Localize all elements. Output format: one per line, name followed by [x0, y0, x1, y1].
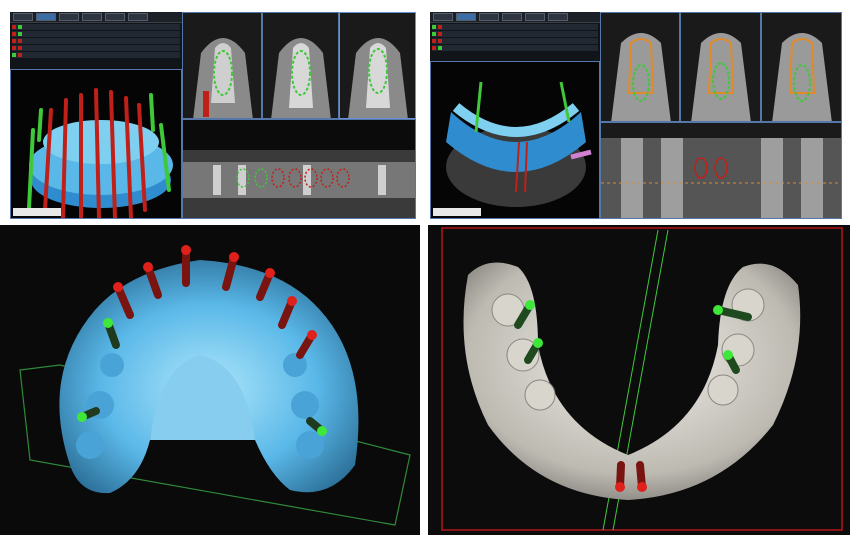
upper-jaw-render-panel — [0, 225, 420, 535]
ct-slice-2[interactable] — [680, 12, 761, 122]
tab-5[interactable] — [525, 13, 545, 21]
3d-viewport[interactable] — [430, 61, 600, 219]
3d-jaw-render — [27, 88, 173, 218]
3d-jaw-render — [446, 81, 592, 207]
tab-3[interactable] — [59, 13, 79, 21]
lower-jaw-render-panel — [428, 225, 850, 535]
tab-6[interactable] — [128, 13, 148, 21]
top-left-software-panel — [10, 12, 416, 219]
tab-1[interactable] — [433, 13, 453, 21]
ct-slice-image — [263, 13, 338, 118]
ct-slice-image — [691, 33, 751, 121]
scale-bar — [13, 208, 61, 216]
tab-5[interactable] — [105, 13, 125, 21]
panoramic-image — [183, 150, 415, 218]
list-item[interactable] — [432, 31, 598, 37]
top-right-software-panel — [430, 12, 842, 219]
list-item[interactable] — [432, 24, 598, 30]
tab-4[interactable] — [502, 13, 522, 21]
ct-slice-image — [183, 13, 261, 118]
panoramic-image — [601, 138, 841, 218]
ct-slice-image — [611, 33, 671, 121]
list-item[interactable] — [12, 52, 180, 58]
tab-2[interactable] — [456, 13, 476, 21]
3d-viewport[interactable] — [10, 69, 182, 219]
ct-slice-image — [772, 33, 832, 121]
ct-slice-2[interactable] — [262, 12, 339, 119]
ct-slice-image — [340, 13, 415, 118]
tab-3[interactable] — [479, 13, 499, 21]
scale-bar — [433, 208, 481, 216]
ct-slice-1[interactable] — [600, 12, 680, 122]
list-item[interactable] — [12, 38, 180, 44]
lower-jaw-model — [428, 225, 850, 535]
ct-slice-3[interactable] — [339, 12, 416, 119]
tab-4[interactable] — [82, 13, 102, 21]
implant-list — [430, 23, 600, 61]
list-item[interactable] — [432, 38, 598, 44]
ct-slice-1[interactable] — [182, 12, 262, 119]
tab-1[interactable] — [13, 13, 33, 21]
upper-jaw-model — [0, 225, 420, 535]
tab-6[interactable] — [548, 13, 568, 21]
list-item[interactable] — [12, 45, 180, 51]
panoramic-view[interactable] — [600, 122, 842, 219]
panoramic-view[interactable] — [182, 119, 416, 219]
list-item[interactable] — [12, 24, 180, 30]
list-item[interactable] — [12, 31, 180, 37]
ct-slice-3[interactable] — [761, 12, 842, 122]
tab-2[interactable] — [36, 13, 56, 21]
list-item[interactable] — [432, 45, 598, 51]
implant-list — [10, 23, 182, 69]
